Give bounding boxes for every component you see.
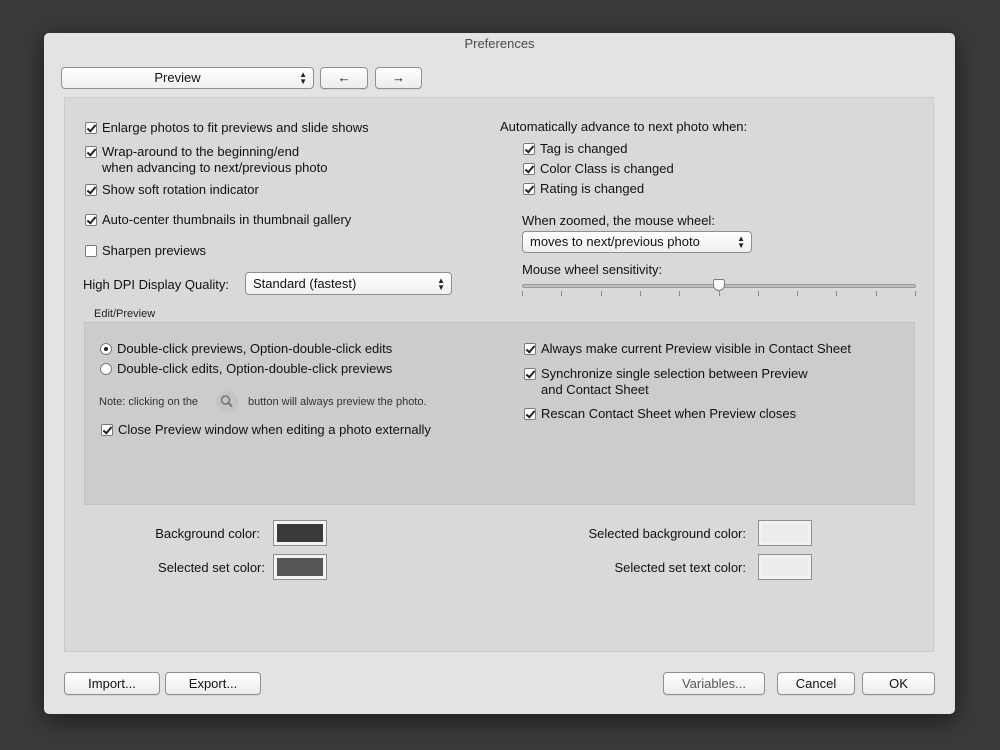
slider-thumb[interactable] bbox=[713, 279, 725, 291]
slider-tick bbox=[719, 291, 720, 296]
mouse-wheel-zoom-label: When zoomed, the mouse wheel: bbox=[522, 213, 715, 228]
selected-set-color-label: Selected set color: bbox=[158, 560, 265, 575]
checkbox-label: Rescan Contact Sheet when Preview closes bbox=[541, 406, 797, 421]
checkbox-label: Rating is changed bbox=[540, 181, 645, 196]
slider-tick bbox=[836, 291, 837, 296]
checkbox-box[interactable] bbox=[524, 408, 536, 420]
note-text-after: button will always preview the photo. bbox=[248, 396, 427, 408]
checkbox-label: Close Preview window when editing a phot… bbox=[118, 422, 431, 437]
ok-button[interactable]: OK bbox=[862, 672, 935, 695]
color-class-changed-checkbox[interactable]: Color Class is changed bbox=[523, 161, 674, 177]
checkbox-label: Wrap-around to the beginning/end when adv… bbox=[102, 144, 328, 175]
slider-tick bbox=[640, 291, 641, 296]
always-visible-checkbox[interactable]: Always make current Preview visible in C… bbox=[524, 341, 851, 357]
checkbox-label: Sharpen previews bbox=[102, 243, 207, 258]
arrow-left-icon: ← bbox=[337, 70, 351, 85]
radio-double-click-edits[interactable]: Double-click edits, Option-double-click … bbox=[100, 361, 392, 377]
radio-label: Double-click previews, Option-double-cli… bbox=[117, 341, 393, 356]
checkbox-box[interactable] bbox=[85, 245, 97, 257]
background-color-label: Background color: bbox=[155, 526, 260, 541]
background-color-well[interactable] bbox=[273, 520, 327, 546]
auto-center-checkbox[interactable]: Auto-center thumbnails in thumbnail gall… bbox=[85, 212, 351, 228]
color-swatch bbox=[277, 558, 323, 576]
note-text-before: Note: clicking on the bbox=[99, 396, 199, 408]
slider-tick bbox=[915, 291, 916, 296]
tag-changed-checkbox[interactable]: Tag is changed bbox=[523, 141, 627, 157]
selected-set-color-well[interactable] bbox=[273, 554, 327, 580]
color-swatch bbox=[762, 558, 808, 576]
forward-button[interactable]: → bbox=[375, 67, 422, 89]
sharpen-previews-checkbox[interactable]: Sharpen previews bbox=[85, 243, 206, 259]
synchronize-selection-checkbox[interactable]: Synchronize single selection between Pre… bbox=[524, 366, 808, 398]
radio-button[interactable] bbox=[100, 343, 112, 355]
close-preview-checkbox[interactable]: Close Preview window when editing a phot… bbox=[101, 422, 431, 438]
selected-background-color-well[interactable] bbox=[758, 520, 812, 546]
selected-background-color-label: Selected background color: bbox=[588, 526, 746, 541]
selected-set-text-color-label: Selected set text color: bbox=[614, 560, 746, 575]
mouse-wheel-zoom-popup[interactable]: moves to next/previous photo ▲ ▼ bbox=[522, 231, 752, 253]
rescan-contact-sheet-checkbox[interactable]: Rescan Contact Sheet when Preview closes bbox=[524, 406, 796, 422]
checkbox-label: Tag is changed bbox=[540, 141, 628, 156]
slider-tick bbox=[601, 291, 602, 296]
wheel-sensitivity-slider[interactable] bbox=[522, 278, 916, 302]
soft-rotation-checkbox[interactable]: Show soft rotation indicator bbox=[85, 182, 259, 198]
checkbox-label: Color Class is changed bbox=[540, 161, 674, 176]
slider-tick bbox=[758, 291, 759, 296]
preferences-window: Preferences Preview ▲ ▼ ← → Enlarge photo… bbox=[44, 33, 955, 714]
slider-tick bbox=[679, 291, 680, 296]
chevron-updown-icon: ▲ ▼ bbox=[737, 234, 745, 250]
preferences-panel: Enlarge photos to fit previews and slide… bbox=[64, 97, 934, 652]
slider-tick bbox=[876, 291, 877, 296]
checkbox-box[interactable] bbox=[85, 214, 97, 226]
radio-label: Double-click edits, Option-double-click … bbox=[117, 361, 393, 376]
chevron-updown-icon: ▲ ▼ bbox=[437, 275, 445, 292]
slider-tick bbox=[522, 291, 523, 296]
checkbox-box[interactable] bbox=[523, 183, 535, 195]
checkbox-box[interactable] bbox=[523, 143, 535, 155]
mouse-wheel-zoom-value: moves to next/previous photo bbox=[530, 234, 700, 249]
rating-changed-checkbox[interactable]: Rating is changed bbox=[523, 181, 644, 197]
export-button[interactable]: Export... bbox=[165, 672, 261, 695]
arrow-right-icon: → bbox=[392, 70, 405, 85]
checkbox-label: Always make current Preview visible in C… bbox=[541, 341, 851, 356]
checkbox-box[interactable] bbox=[85, 122, 97, 134]
dpi-quality-value: Standard (fastest) bbox=[253, 276, 357, 291]
checkbox-box[interactable] bbox=[85, 184, 97, 196]
category-popup[interactable]: Preview ▲ ▼ bbox=[61, 67, 314, 89]
window-title: Preferences bbox=[464, 36, 535, 51]
checkbox-label: Show soft rotation indicator bbox=[102, 182, 259, 197]
slider-tick bbox=[561, 291, 562, 296]
back-button[interactable]: ← bbox=[320, 67, 368, 89]
auto-advance-heading: Automatically advance to next photo when… bbox=[500, 119, 748, 134]
variables-button[interactable]: Variables... bbox=[663, 672, 765, 695]
checkbox-label: Auto-center thumbnails in thumbnail gall… bbox=[102, 212, 352, 227]
edit-preview-group: Double-click previews, Option-double-cli… bbox=[84, 322, 915, 505]
wheel-sensitivity-label: Mouse wheel sensitivity: bbox=[522, 262, 663, 277]
color-swatch bbox=[762, 524, 808, 542]
selected-set-text-color-well[interactable] bbox=[758, 554, 812, 580]
magnifier-icon bbox=[216, 391, 238, 413]
wrap-around-checkbox[interactable]: Wrap-around to the beginning/end when adv… bbox=[85, 144, 328, 176]
checkbox-label: Synchronize single selection between Pre… bbox=[541, 366, 808, 397]
category-popup-label: Preview bbox=[154, 70, 201, 85]
dpi-quality-label: High DPI Display Quality: bbox=[83, 277, 229, 292]
radio-button[interactable] bbox=[100, 363, 112, 375]
checkbox-label: Enlarge photos to fit previews and slide… bbox=[102, 120, 369, 135]
dpi-quality-popup[interactable]: Standard (fastest) ▲ ▼ bbox=[245, 272, 452, 295]
enlarge-photos-checkbox[interactable]: Enlarge photos to fit previews and slide… bbox=[85, 120, 369, 136]
slider-tick bbox=[797, 291, 798, 296]
color-swatch bbox=[277, 524, 323, 542]
radio-double-click-previews[interactable]: Double-click previews, Option-double-cli… bbox=[100, 341, 392, 357]
checkbox-box[interactable] bbox=[524, 343, 536, 355]
edit-preview-group-title: Edit/Preview bbox=[94, 308, 156, 320]
cancel-button[interactable]: Cancel bbox=[777, 672, 855, 695]
checkbox-box[interactable] bbox=[524, 368, 536, 380]
checkbox-box[interactable] bbox=[101, 424, 113, 436]
import-button[interactable]: Import... bbox=[64, 672, 160, 695]
checkbox-box[interactable] bbox=[85, 146, 97, 158]
checkbox-box[interactable] bbox=[523, 163, 535, 175]
chevron-updown-icon: ▲ ▼ bbox=[299, 70, 307, 86]
